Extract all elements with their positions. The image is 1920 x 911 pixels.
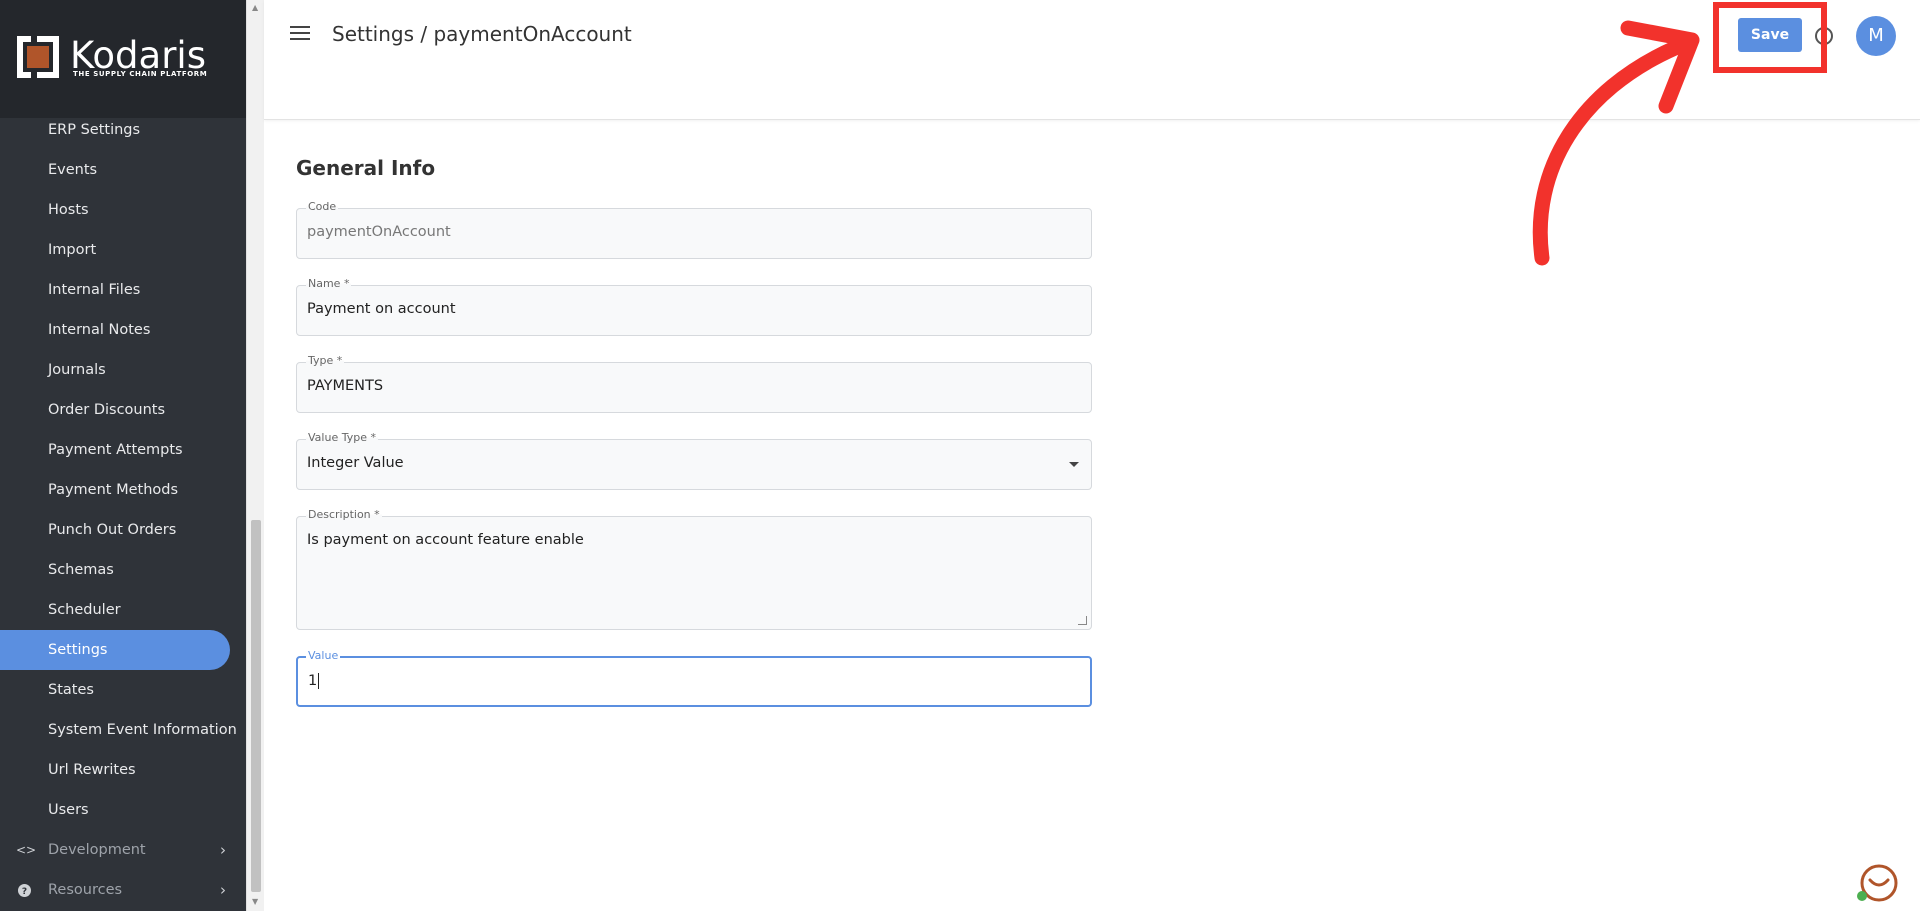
sidebar-section-label: Resources bbox=[48, 882, 123, 898]
value-label: Value bbox=[306, 649, 341, 662]
resize-handle-icon[interactable] bbox=[1078, 616, 1087, 625]
scrollbar-thumb[interactable] bbox=[251, 520, 261, 892]
sidebar-item-url-rewrites[interactable]: Url Rewrites bbox=[0, 750, 246, 790]
name-field[interactable]: Name * Payment on account bbox=[296, 277, 1092, 336]
code-field: Code paymentOnAccount bbox=[296, 200, 1092, 259]
type-field[interactable]: Type * PAYMENTS bbox=[296, 354, 1092, 413]
type-value: PAYMENTS bbox=[307, 378, 384, 394]
name-label: Name * bbox=[306, 277, 352, 290]
value-type-select[interactable]: Value Type * Integer Value bbox=[296, 431, 1092, 490]
section-title: General Info bbox=[296, 156, 436, 180]
value-input-text: 1 bbox=[308, 673, 320, 689]
type-label: Type * bbox=[306, 354, 345, 367]
value-input[interactable]: Value 1 bbox=[296, 649, 1092, 707]
sidebar-item-journals[interactable]: Journals bbox=[0, 350, 246, 390]
description-value: Is payment on account feature enable bbox=[307, 532, 584, 548]
sidebar-scrollbar[interactable]: ▲ ▼ bbox=[246, 0, 264, 911]
scroll-down-icon[interactable]: ▼ bbox=[252, 897, 258, 906]
hamburger-menu-icon[interactable] bbox=[290, 26, 310, 42]
sidebar-section-resources[interactable]: ? Resources › bbox=[0, 870, 246, 910]
main-content: General Info Code paymentOnAccount Name … bbox=[264, 120, 1920, 911]
page-title: Settings / paymentOnAccount bbox=[332, 22, 632, 46]
annotation-highlight-box bbox=[1713, 2, 1827, 73]
chevron-right-icon: › bbox=[220, 881, 226, 899]
kodaris-logo-icon bbox=[17, 36, 59, 78]
sidebar-item-internal-files[interactable]: Internal Files bbox=[0, 270, 246, 310]
sidebar-nav: ERP Settings Events Hosts Import Interna… bbox=[0, 110, 246, 910]
code-value: paymentOnAccount bbox=[307, 224, 451, 240]
sidebar-item-states[interactable]: States bbox=[0, 670, 246, 710]
sidebar-item-hosts[interactable]: Hosts bbox=[0, 190, 246, 230]
sidebar-item-import[interactable]: Import bbox=[0, 230, 246, 270]
sidebar-item-system-event-information[interactable]: System Event Information bbox=[0, 710, 246, 750]
sidebar-item-internal-notes[interactable]: Internal Notes bbox=[0, 310, 246, 350]
code-label: Code bbox=[306, 200, 339, 213]
name-value: Payment on account bbox=[307, 301, 456, 317]
text-caret bbox=[318, 673, 320, 689]
sidebar-item-payment-methods[interactable]: Payment Methods bbox=[0, 470, 246, 510]
sidebar-section-development[interactable]: <> Development › bbox=[0, 830, 246, 870]
help-circle-icon: ? bbox=[16, 870, 32, 910]
value-type-value: Integer Value bbox=[307, 455, 404, 471]
description-label: Description * bbox=[306, 508, 382, 521]
svg-text:?: ? bbox=[21, 887, 26, 897]
scroll-up-icon[interactable]: ▲ bbox=[252, 3, 258, 12]
sidebar-item-users[interactable]: Users bbox=[0, 790, 246, 830]
sidebar-item-settings[interactable]: Settings bbox=[0, 630, 230, 670]
dropdown-arrow-icon[interactable] bbox=[1069, 462, 1079, 467]
value-type-label: Value Type * bbox=[306, 431, 378, 444]
sidebar-item-schemas[interactable]: Schemas bbox=[0, 550, 246, 590]
sidebar-section-label: Development bbox=[48, 842, 146, 858]
sidebar-item-scheduler[interactable]: Scheduler bbox=[0, 590, 246, 630]
sidebar: Kodaris THE SUPPLY CHAIN PLATFORM ERP Se… bbox=[0, 0, 246, 911]
sidebar-item-events[interactable]: Events bbox=[0, 150, 246, 190]
sidebar-item-payment-attempts[interactable]: Payment Attempts bbox=[0, 430, 246, 470]
sidebar-item-punch-out-orders[interactable]: Punch Out Orders bbox=[0, 510, 246, 550]
avatar[interactable]: M bbox=[1856, 16, 1896, 56]
value-text: 1 bbox=[308, 673, 318, 689]
code-icon: <> bbox=[16, 843, 37, 857]
chat-support-icon[interactable] bbox=[1856, 862, 1898, 904]
chevron-right-icon: › bbox=[220, 841, 226, 859]
sidebar-item-erp-settings[interactable]: ERP Settings bbox=[0, 110, 246, 150]
logo[interactable]: Kodaris THE SUPPLY CHAIN PLATFORM bbox=[0, 0, 246, 118]
description-textarea[interactable]: Description * Is payment on account feat… bbox=[296, 508, 1092, 630]
sidebar-item-order-discounts[interactable]: Order Discounts bbox=[0, 390, 246, 430]
logo-tagline: THE SUPPLY CHAIN PLATFORM bbox=[73, 70, 208, 78]
